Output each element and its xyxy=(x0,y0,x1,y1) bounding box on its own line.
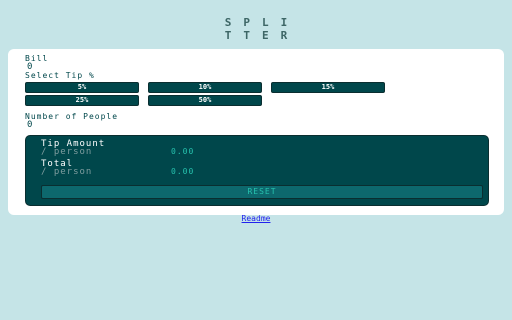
tip-button-5[interactable]: 5% xyxy=(25,82,139,93)
logo-line-1: SPLI xyxy=(224,16,300,29)
select-tip-label: Select Tip % xyxy=(25,71,95,80)
splitter-page: SPLI TTER Bill 0 Select Tip % 5% 10% 15%… xyxy=(0,0,512,320)
people-input[interactable]: 0 xyxy=(27,120,32,130)
splitter-logo: SPLI TTER xyxy=(0,16,512,42)
readme-link[interactable]: Readme xyxy=(0,214,512,224)
people-label: Number of People xyxy=(25,112,119,121)
total-value: 0.00 xyxy=(171,167,195,176)
logo-line-2: TTER xyxy=(224,29,300,42)
tip-amount-per-person: / person xyxy=(41,147,93,157)
tip-button-15[interactable]: 15% xyxy=(271,82,385,93)
reset-button[interactable]: RESET xyxy=(41,185,483,199)
tip-amount-value: 0.00 xyxy=(171,147,195,156)
tip-button-25[interactable]: 25% xyxy=(25,95,139,106)
tip-button-10[interactable]: 10% xyxy=(148,82,262,93)
total-per-person: / person xyxy=(41,167,93,177)
tip-button-50[interactable]: 50% xyxy=(148,95,262,106)
result-panel: Tip Amount / person 0.00 Total / person … xyxy=(25,135,489,206)
calculator-card: Bill 0 Select Tip % 5% 10% 15% 25% 50% N… xyxy=(8,49,504,215)
